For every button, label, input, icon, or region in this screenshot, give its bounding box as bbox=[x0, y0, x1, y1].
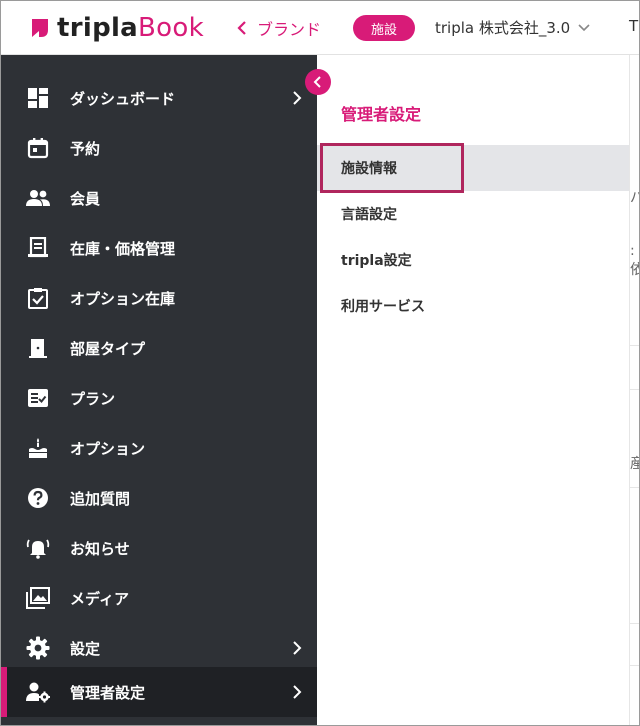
clipped-text-fragment: 産 bbox=[630, 453, 639, 473]
submenu-title: 管理者設定 bbox=[341, 105, 422, 124]
sidebar-item-label: ダッシュボード bbox=[70, 89, 176, 108]
submenu-item-label: 利用サービス bbox=[341, 299, 425, 315]
members-icon bbox=[25, 185, 51, 211]
clipped-header-text: T bbox=[629, 17, 639, 35]
main-content-clipped: パ :依 産 bbox=[629, 55, 639, 725]
sidebar-item-label: 部屋タイプ bbox=[70, 339, 146, 358]
sidebar-item-additional-questions[interactable]: 追加質問 bbox=[1, 473, 317, 523]
sidebar-item-label: 予約 bbox=[70, 139, 101, 158]
inventory-icon bbox=[25, 235, 51, 261]
submenu-item-label: 言語設定 bbox=[341, 207, 397, 223]
sidebar-item-members[interactable]: 会員 bbox=[1, 173, 317, 223]
chevron-down-icon bbox=[578, 23, 590, 31]
sidebar-item-room-types[interactable]: 部屋タイプ bbox=[1, 323, 317, 373]
sidebar-item-settings[interactable]: 設定 bbox=[1, 623, 317, 673]
dashboard-icon bbox=[25, 85, 51, 111]
chevron-left-icon bbox=[313, 76, 321, 88]
sidebar-item-notifications[interactable]: お知らせ bbox=[1, 523, 317, 573]
admin-settings-icon bbox=[25, 679, 51, 705]
company-selector-label: tripla 株式会社_3.0 bbox=[435, 19, 571, 37]
triplabook-logo[interactable]: triplaBook bbox=[29, 11, 204, 45]
door-icon bbox=[25, 335, 51, 361]
divider bbox=[630, 665, 639, 666]
sidebar-item-label: メディア bbox=[70, 589, 129, 608]
submenu-item-language-settings[interactable]: 言語設定 bbox=[317, 191, 629, 237]
plan-icon bbox=[25, 385, 51, 411]
divider bbox=[630, 487, 639, 488]
sidebar-item-label: オプション bbox=[70, 439, 146, 458]
media-icon bbox=[25, 585, 51, 611]
sidebar-item-dashboard[interactable]: ダッシュボード bbox=[1, 73, 317, 123]
divider bbox=[630, 389, 639, 390]
submenu-item-services[interactable]: 利用サービス bbox=[317, 283, 629, 329]
sidebar-item-label: プラン bbox=[70, 389, 116, 408]
sidebar-item-label: オプション在庫 bbox=[70, 289, 176, 308]
sidebar-collapse-button[interactable] bbox=[305, 69, 331, 95]
submenu-item-label: tripla設定 bbox=[341, 253, 412, 269]
top-bar: triplaBook ブランド 施設 tripla 株式会社_3.0 T bbox=[1, 1, 639, 55]
sidebar-item-label: 会員 bbox=[70, 189, 101, 208]
sidebar-item-label: 追加質問 bbox=[70, 489, 131, 508]
sidebar-item-label: 管理者設定 bbox=[70, 683, 146, 702]
clipboard-check-icon bbox=[25, 285, 51, 311]
chevron-right-icon bbox=[293, 91, 302, 105]
brand-link-label: ブランド bbox=[257, 20, 322, 39]
company-selector[interactable]: tripla 株式会社_3.0 bbox=[435, 17, 590, 38]
chevron-left-icon bbox=[237, 21, 246, 35]
selection-highlight bbox=[320, 143, 464, 193]
chevron-right-icon bbox=[293, 685, 302, 699]
sidebar-item-inventory-pricing[interactable]: 在庫・価格管理 bbox=[1, 223, 317, 273]
logo-mark-icon bbox=[32, 19, 48, 37]
calendar-icon bbox=[25, 135, 51, 161]
sidebar-item-options[interactable]: オプション bbox=[1, 423, 317, 473]
divider bbox=[630, 345, 639, 346]
sidebar-item-plans[interactable]: プラン bbox=[1, 373, 317, 423]
divider bbox=[630, 623, 639, 624]
cake-icon bbox=[25, 435, 51, 461]
chevron-right-icon bbox=[293, 641, 302, 655]
facility-badge: 施設 bbox=[353, 15, 415, 41]
bell-icon bbox=[25, 535, 51, 561]
sidebar-item-option-inventory[interactable]: オプション在庫 bbox=[1, 273, 317, 323]
brand-back-link[interactable]: ブランド bbox=[237, 16, 321, 40]
sidebar: ダッシュボード 予約 会員 在庫・価格管理 オプション在庫 部屋タイプ プラン … bbox=[1, 55, 317, 725]
help-icon bbox=[25, 485, 51, 511]
sidebar-item-label: 在庫・価格管理 bbox=[70, 239, 176, 258]
clipped-text-fragment: :依 bbox=[630, 243, 639, 278]
gear-icon bbox=[25, 635, 51, 661]
sidebar-item-label: お知らせ bbox=[70, 539, 130, 558]
sidebar-item-label: 設定 bbox=[70, 639, 101, 658]
logo-text: triplaBook bbox=[57, 13, 204, 43]
sidebar-item-admin-settings[interactable]: 管理者設定 bbox=[1, 667, 317, 717]
sidebar-item-reservations[interactable]: 予約 bbox=[1, 123, 317, 173]
submenu-item-tripla-settings[interactable]: tripla設定 bbox=[317, 237, 629, 283]
app-window: triplaBook ブランド 施設 tripla 株式会社_3.0 T ダッシ… bbox=[0, 0, 640, 726]
sidebar-item-media[interactable]: メディア bbox=[1, 573, 317, 623]
clipped-text-fragment: パ bbox=[630, 187, 639, 207]
